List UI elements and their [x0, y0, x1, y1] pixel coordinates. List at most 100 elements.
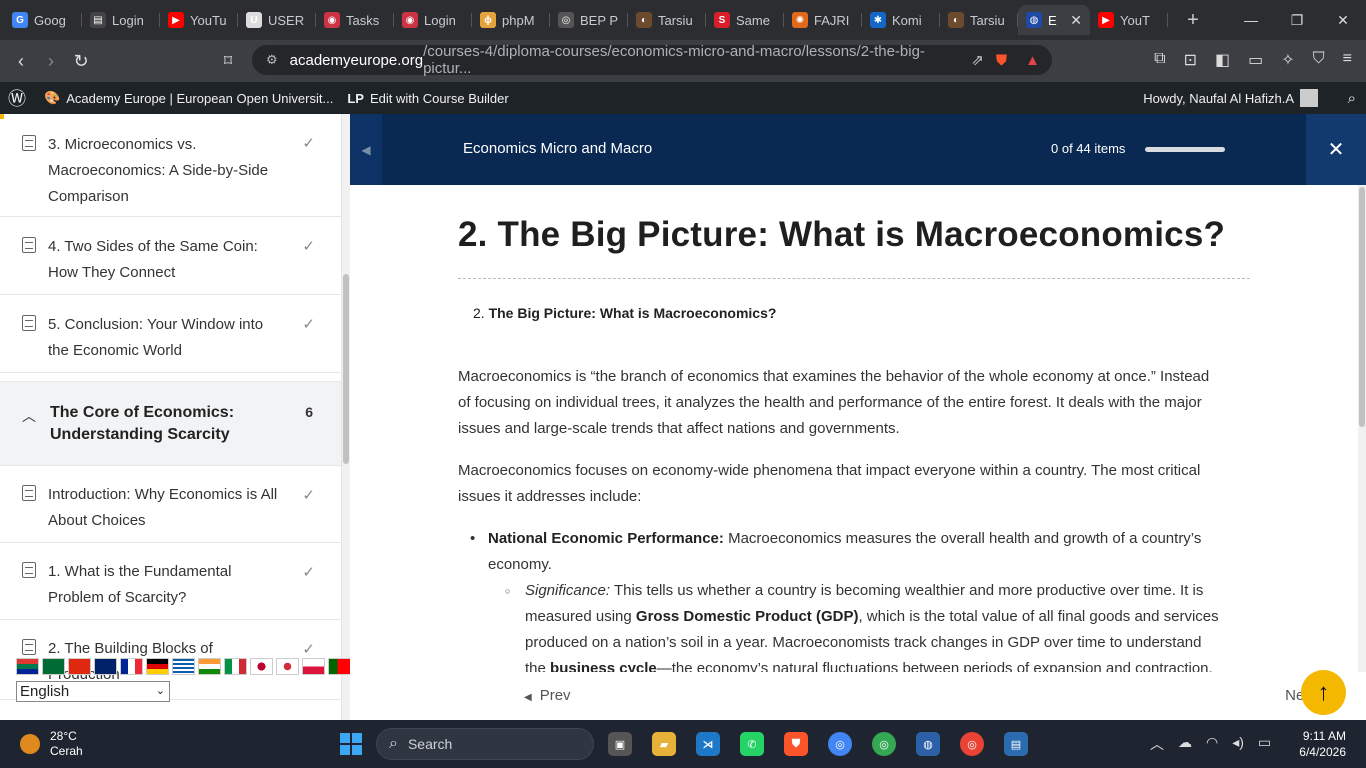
app-icon[interactable]: ◍: [916, 732, 940, 756]
notepad-icon[interactable]: ▤: [1004, 732, 1028, 756]
minimize-icon[interactable]: —: [1228, 0, 1274, 40]
browser-tab[interactable]: ◐ Tarsiu: [940, 5, 1018, 35]
back-icon[interactable]: ‹: [6, 51, 36, 72]
admin-site-link[interactable]: 🎨 Academy Europe | European Open Univers…: [44, 90, 333, 106]
whatsapp-icon[interactable]: ✆: [740, 732, 764, 756]
browser-tab[interactable]: S Same: [706, 5, 784, 35]
menu-icon[interactable]: ≡: [1343, 50, 1352, 70]
file-explorer-icon[interactable]: ▰: [652, 732, 676, 756]
flag-jp-icon[interactable]: [250, 658, 273, 675]
vscode-icon[interactable]: ⋊: [696, 732, 720, 756]
reload-icon[interactable]: ↻: [66, 51, 96, 72]
sidebar-icon[interactable]: ◧: [1215, 50, 1230, 70]
caret-left-icon: ◀: [524, 692, 532, 703]
browser-tab[interactable]: ▤ Login: [82, 5, 160, 35]
close-course-button[interactable]: ✕: [1306, 114, 1366, 185]
flag-gb-icon[interactable]: [94, 658, 117, 675]
scroll-to-top-button[interactable]: ↑: [1301, 670, 1346, 715]
restore-icon[interactable]: ❐: [1274, 0, 1320, 40]
brave-shield-icon[interactable]: ⛊: [996, 52, 1007, 69]
weather-widget[interactable]: 28°C Cerah: [20, 729, 83, 759]
admin-search-icon[interactable]: ⌕: [1348, 90, 1356, 107]
battery-icon[interactable]: ▭: [1258, 734, 1271, 754]
wallet-icon[interactable]: ▭: [1248, 50, 1263, 70]
wordpress-icon[interactable]: Ⓦ: [8, 85, 26, 111]
sidebar-lesson-3[interactable]: 3. Microeconomics vs. Macroeconomics: A …: [0, 114, 341, 217]
sidebar-toggle-button[interactable]: ◀: [350, 114, 382, 185]
tab-favicon-icon: ◉: [402, 12, 418, 28]
flag-sa-icon[interactable]: [42, 658, 65, 675]
flag-it-icon[interactable]: [224, 658, 247, 675]
tab-favicon-icon: ◐: [948, 12, 964, 28]
flag-pl-icon[interactable]: [302, 658, 325, 675]
sidebar-lesson-4[interactable]: 4. Two Sides of the Same Coin: How They …: [0, 217, 341, 295]
course-builder-link[interactable]: LP Edit with Course Builder: [347, 91, 508, 106]
tab-favicon-icon: ✱: [870, 12, 886, 28]
sidebar-topic[interactable]: ︿ The Core of Economics: Understanding S…: [0, 382, 341, 466]
vpn-icon[interactable]: ⛉: [1313, 50, 1325, 70]
leo-icon[interactable]: ✧: [1281, 50, 1294, 70]
extensions-icon[interactable]: ⧉: [1154, 50, 1165, 70]
wifi-icon[interactable]: ◠: [1206, 734, 1218, 754]
rewards-icon[interactable]: ▲: [1025, 52, 1040, 69]
browser-tab[interactable]: ✱ Komi: [862, 5, 940, 35]
browser-tab[interactable]: U USER: [238, 5, 316, 35]
browser-tab[interactable]: ▶ YouTu: [160, 5, 238, 35]
flag-cn-icon[interactable]: [68, 658, 91, 675]
sidebar-scrollbar[interactable]: [342, 114, 350, 720]
clock-time: 9:11 AM: [1302, 729, 1346, 743]
bookmark-icon[interactable]: ⌑: [213, 51, 243, 71]
cloud-icon[interactable]: ☁: [1178, 734, 1192, 754]
close-window-icon[interactable]: ✕: [1320, 0, 1366, 40]
toc-entry[interactable]: 2. The Big Picture: What is Macroeconomi…: [473, 305, 776, 321]
browser-tab[interactable]: G Goog: [4, 5, 82, 35]
browser-tab[interactable]: ◐ Tarsiu: [628, 5, 706, 35]
browser-tab[interactable]: ✺ FAJRI: [784, 5, 862, 35]
browser-tab[interactable]: ◍ E ✕: [1018, 5, 1090, 35]
browser-tab[interactable]: ◎ BEP P: [550, 5, 628, 35]
site-info-icon[interactable]: ⚙: [266, 52, 278, 68]
browser-tab[interactable]: ɸ phpM: [472, 5, 550, 35]
share-icon[interactable]: ⇗: [971, 51, 984, 69]
sub-bullet-italic: Significance:: [525, 582, 611, 599]
chrome-profile-2-icon[interactable]: ◎: [960, 732, 984, 756]
flag-de-icon[interactable]: [146, 658, 169, 675]
flag-kr-icon[interactable]: [276, 658, 299, 675]
flag-fr-icon[interactable]: [120, 658, 143, 675]
volume-icon[interactable]: ◂): [1232, 734, 1244, 754]
content-scrollbar[interactable]: [1358, 185, 1366, 672]
task-view-icon[interactable]: ▣: [608, 732, 632, 756]
tab-label: YouTu: [190, 12, 227, 28]
chrome-profile-icon[interactable]: ◎: [872, 732, 896, 756]
system-tray: ︿ ☁ ◠ ◂) ▭: [1150, 734, 1271, 754]
reader-icon[interactable]: ⊡: [1184, 50, 1197, 70]
browser-tab[interactable]: ◉ Login: [394, 5, 472, 35]
flag-pt-icon[interactable]: [328, 658, 351, 675]
browser-tab[interactable]: ▶ YouT: [1090, 5, 1168, 35]
tab-label: USER: [268, 12, 305, 28]
flag-gr-icon[interactable]: [172, 658, 195, 675]
language-select[interactable]: English ⌄: [16, 681, 170, 702]
new-tab-button[interactable]: +: [1178, 9, 1208, 32]
chevron-up-icon[interactable]: ︿: [1150, 734, 1164, 754]
sidebar-lesson-1[interactable]: 1. What is the Fundamental Problem of Sc…: [0, 543, 341, 620]
tab-favicon-icon: ◉: [324, 12, 340, 28]
flag-in-icon[interactable]: [198, 658, 221, 675]
browser-tab[interactable]: ◉ Tasks: [316, 5, 394, 35]
sidebar-lesson-intro[interactable]: Introduction: Why Economics is All About…: [0, 466, 341, 543]
tab-close-icon[interactable]: ✕: [1070, 12, 1082, 29]
prev-button[interactable]: ◀ Prev: [524, 687, 571, 704]
url-field[interactable]: ⚙ academyeurope.org/courses-4/diploma-co…: [252, 43, 1052, 77]
taskbar-search[interactable]: ⌕ Search: [376, 728, 594, 760]
clock[interactable]: 9:11 AM 6/4/2026: [1299, 728, 1346, 760]
chrome-icon[interactable]: ◎: [828, 732, 852, 756]
chevron-up-icon[interactable]: ︿: [22, 406, 36, 445]
windows-start-icon[interactable]: [340, 733, 362, 755]
flag-za-icon[interactable]: [16, 658, 39, 675]
admin-user-menu[interactable]: Howdy, Naufal Al Hafizh.A: [1143, 89, 1318, 107]
forward-icon[interactable]: ›: [36, 51, 66, 72]
sidebar-topic-title: The Core of Economics: Understanding Sca…: [50, 404, 235, 443]
brave-icon[interactable]: ⛊: [784, 732, 808, 756]
sidebar-lesson-label: 3. Microeconomics vs. Macroeconomics: A …: [48, 136, 269, 205]
sidebar-lesson-5[interactable]: 5. Conclusion: Your Window into the Econ…: [0, 295, 341, 373]
